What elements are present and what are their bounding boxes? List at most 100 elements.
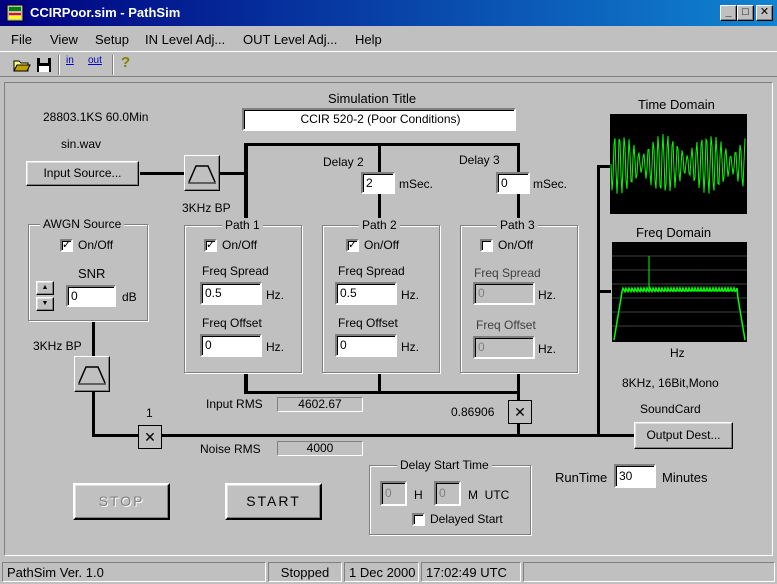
path3-title: Path 3 <box>497 218 538 232</box>
awgn-onoff-checkbox[interactable]: ✓ <box>60 239 73 252</box>
snr-up-button[interactable]: ▲ <box>36 281 54 295</box>
input-file: sin.wav <box>61 137 102 151</box>
open-folder-icon[interactable] <box>12 55 32 75</box>
minimize-button[interactable]: _ <box>720 5 737 21</box>
runtime-label: RunTime <box>555 470 608 485</box>
wire <box>244 143 520 146</box>
status-bar: PathSim Ver. 1.0 Stopped 1 Dec 2000 17:0… <box>0 560 777 584</box>
wire <box>597 165 600 437</box>
runtime-unit: Minutes <box>662 470 708 485</box>
path2-offset-unit: Hz. <box>401 340 419 354</box>
wire <box>244 391 520 394</box>
signal-gain-label: 0.86906 <box>451 405 495 419</box>
path3-offset-label: Freq Offset <box>476 318 536 332</box>
menu-file[interactable]: File <box>11 32 32 47</box>
delay3-input[interactable]: 0 <box>496 172 530 194</box>
path1-spread-label: Freq Spread <box>202 264 269 278</box>
path1-offset-label: Freq Offset <box>202 316 262 330</box>
delay-minutes-input[interactable]: 0 <box>434 481 461 506</box>
delayed-start-label: Delayed Start <box>430 512 503 526</box>
awgn-bp-label: 3KHz BP <box>33 339 82 353</box>
status-date: 1 Dec 2000 <box>344 562 419 582</box>
input-info: 28803.1KS 60.0Min <box>43 110 149 124</box>
path2-spread-label: Freq Spread <box>338 264 405 278</box>
in-level-icon[interactable]: in <box>66 55 74 66</box>
wire <box>378 372 381 393</box>
snr-input[interactable]: 0 <box>66 285 116 307</box>
minutes-utc-label: M UTC <box>468 488 510 502</box>
path2-spread-unit: Hz. <box>401 288 419 302</box>
start-button[interactable]: START <box>225 483 322 520</box>
bandpass-filter-icon[interactable] <box>184 155 220 191</box>
menu-bar: File View Setup IN Level Adj... OUT Leve… <box>0 27 777 51</box>
wire <box>244 143 248 227</box>
menu-help[interactable]: Help <box>355 32 382 47</box>
path1-title: Path 1 <box>222 218 263 232</box>
wire <box>92 320 95 356</box>
delay2-input[interactable]: 2 <box>361 172 395 194</box>
path2-onoff-label: On/Off <box>364 238 400 252</box>
path2-spread-input[interactable]: 0.5 <box>335 282 397 305</box>
time-domain-trace <box>610 134 746 194</box>
help-icon[interactable]: ? <box>121 54 130 71</box>
delay2-label: Delay 2 <box>323 155 364 169</box>
snr-down-button[interactable]: ▼ <box>36 297 54 311</box>
path2-title: Path 2 <box>359 218 400 232</box>
stop-button[interactable]: STOP <box>73 483 170 520</box>
freq-trace-line <box>613 285 746 341</box>
signal-multiplier-icon: ✕ <box>508 400 532 424</box>
path1-offset-input[interactable]: 0 <box>200 334 262 357</box>
path2-offset-input[interactable]: 0 <box>335 334 397 357</box>
freq-domain-label: Freq Domain <box>636 225 712 240</box>
close-button[interactable]: ✕ <box>756 5 773 21</box>
runtime-input[interactable]: 30 <box>614 464 656 488</box>
status-time: 17:02:49 UTC <box>421 562 521 582</box>
title-bar[interactable]: CCIRPoor.sim - PathSim _ □ ✕ <box>0 0 777 26</box>
noise-rms-label: Noise RMS <box>200 442 261 456</box>
app-icon <box>6 4 24 22</box>
path1-offset-unit: Hz. <box>266 340 284 354</box>
freq-domain-trace <box>612 255 747 341</box>
menu-setup[interactable]: Setup <box>95 32 129 47</box>
delay2-unit: mSec. <box>399 177 434 191</box>
out-level-icon[interactable]: out <box>88 55 102 66</box>
noise-rms-value: 4000 <box>277 441 363 456</box>
path3-onoff-checkbox[interactable] <box>480 239 493 252</box>
path3-spread-unit: Hz. <box>538 288 556 302</box>
noise-gain-label: 1 <box>146 406 153 420</box>
soundcard-label: SoundCard <box>640 402 701 416</box>
menu-in-level-adj[interactable]: IN Level Adj... <box>145 32 225 47</box>
awgn-onoff-label: On/Off <box>78 238 114 252</box>
wire <box>597 165 611 168</box>
path3-spread-label: Freq Spread <box>474 266 541 280</box>
delayed-start-checkbox[interactable] <box>412 513 425 526</box>
wire <box>162 434 634 437</box>
input-source-button[interactable]: Input Source... <box>26 161 139 186</box>
path2-offset-label: Freq Offset <box>338 316 398 330</box>
path3-spread-input[interactable]: 0 <box>473 282 535 305</box>
path1-spread-input[interactable]: 0.5 <box>200 282 262 305</box>
output-dest-button[interactable]: Output Dest... <box>634 422 733 449</box>
toolbar-separator <box>58 55 60 75</box>
freq-unit-label: Hz <box>670 346 685 360</box>
menu-out-level-adj[interactable]: OUT Level Adj... <box>243 32 337 47</box>
freq-domain-display <box>612 242 747 342</box>
hours-label: H <box>414 488 423 502</box>
path1-spread-unit: Hz. <box>266 288 284 302</box>
menu-view[interactable]: View <box>50 32 78 47</box>
delay-hours-input[interactable]: 0 <box>380 481 407 506</box>
path3-offset-unit: Hz. <box>538 342 556 356</box>
wire <box>517 372 520 400</box>
delay3-unit: mSec. <box>533 177 568 191</box>
maximize-button[interactable]: □ <box>737 5 754 21</box>
path3-onoff-label: On/Off <box>498 238 534 252</box>
path3-offset-input[interactable]: 0 <box>473 336 535 359</box>
snr-unit: dB <box>122 290 137 304</box>
path1-onoff-checkbox[interactable]: ✓ <box>204 239 217 252</box>
simulation-title-input[interactable]: CCIR 520-2 (Poor Conditions) <box>242 108 516 131</box>
noise-multiplier-icon: ✕ <box>138 425 162 449</box>
simulation-title-label: Simulation Title <box>328 91 417 106</box>
path2-onoff-checkbox[interactable]: ✓ <box>346 239 359 252</box>
save-disk-icon[interactable] <box>34 55 54 75</box>
awgn-bandpass-filter-icon[interactable] <box>74 356 110 392</box>
